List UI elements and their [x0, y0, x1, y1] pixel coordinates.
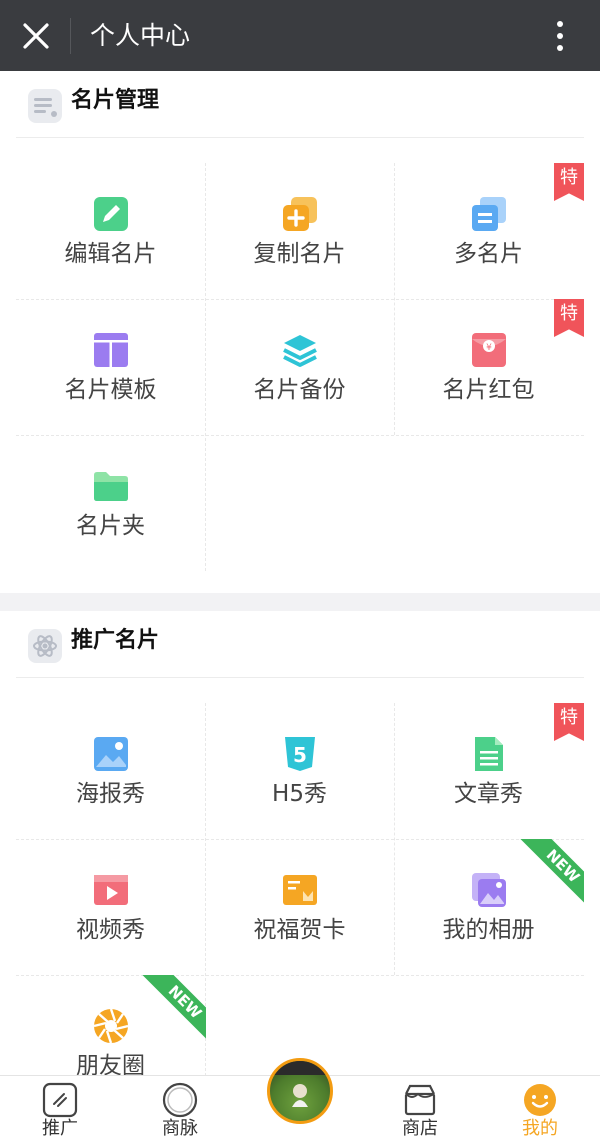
- template-icon: [92, 331, 130, 369]
- html5-icon: 5: [281, 735, 319, 773]
- grid-item-label: 名片模板: [64, 377, 157, 403]
- section-header: 推广名片: [16, 611, 584, 678]
- video-icon: [92, 871, 130, 909]
- grid-item-poster[interactable]: 海报秀: [16, 703, 205, 839]
- grid-item-label: 名片备份: [253, 377, 346, 403]
- tab-label: 商脉: [162, 1118, 198, 1139]
- grid-item-label: 文章秀: [454, 781, 523, 807]
- circle-icon: [162, 1082, 198, 1118]
- new-badge: NEW: [136, 975, 206, 1045]
- red-envelope-icon: ¥: [470, 331, 508, 369]
- grid-item-label: 复制名片: [253, 241, 346, 267]
- grid-item-video[interactable]: 视频秀: [16, 839, 205, 975]
- greeting-card-icon: [281, 871, 319, 909]
- section-header: 名片管理: [16, 71, 584, 138]
- grid-item-edit-card[interactable]: 编辑名片: [16, 163, 205, 299]
- grid-item-card-template[interactable]: 名片模板: [16, 299, 205, 435]
- tab-label: 推广: [42, 1118, 78, 1139]
- promote-icon: [42, 1082, 78, 1118]
- tab-label: 商店: [402, 1118, 438, 1139]
- top-bar: 个人中心: [0, 0, 600, 71]
- shop-icon: [402, 1082, 438, 1118]
- grid-item-card-folder[interactable]: 名片夹: [16, 435, 205, 571]
- grid-item-label: 名片夹: [76, 513, 145, 539]
- grid-item-label: 朋友圈: [76, 1053, 145, 1075]
- section-card-management: 名片管理 编辑名片 复制名片 多名片 特 名片模板 名片备份 ¥ 名片红包 特 …: [0, 71, 600, 593]
- grid-item-copy-card[interactable]: 复制名片: [205, 163, 394, 299]
- tab-network[interactable]: 商脉: [120, 1076, 240, 1147]
- svg-text:¥: ¥: [486, 343, 492, 353]
- album-icon: [470, 871, 508, 909]
- list-card-icon: [28, 89, 62, 123]
- svg-text:5: 5: [293, 743, 307, 767]
- tab-shop[interactable]: 商店: [360, 1076, 480, 1147]
- grid-item-label: H5秀: [272, 781, 327, 807]
- tab-mine[interactable]: 我的: [480, 1076, 600, 1147]
- copy-plus-icon: [281, 195, 319, 233]
- more-vertical-icon[interactable]: [540, 14, 580, 58]
- header-divider: [70, 18, 71, 54]
- layers-icon: [281, 331, 319, 369]
- bottom-tab-bar: 推广 商脉 商店 我的: [0, 1058, 600, 1147]
- multi-card-icon: [470, 195, 508, 233]
- section-gap: [0, 593, 600, 611]
- grid-item-h5[interactable]: 5 H5秀: [205, 703, 394, 839]
- section-promote-card: 推广名片 海报秀 5 H5秀 文章秀 特 视频秀 祝福贺卡 我的相册 NEW 朋…: [0, 611, 600, 1075]
- grid-item-label: 视频秀: [76, 917, 145, 943]
- aperture-icon: [92, 1007, 130, 1045]
- section-title: 名片管理: [71, 88, 160, 113]
- grid-item-greeting-card[interactable]: 祝福贺卡: [205, 839, 394, 975]
- grid-item-label: 多名片: [454, 241, 523, 267]
- image-icon: [92, 735, 130, 773]
- folder-icon: [92, 467, 130, 505]
- tab-label: 我的: [522, 1118, 558, 1139]
- section-title: 推广名片: [71, 628, 160, 653]
- smile-icon: [522, 1082, 558, 1118]
- grid-item-card-backup[interactable]: 名片备份: [205, 299, 394, 435]
- grid-item-label: 我的相册: [442, 917, 535, 943]
- grid-item-label: 名片红包: [442, 377, 535, 403]
- new-badge: NEW: [514, 839, 584, 909]
- grid-item-label: 海报秀: [76, 781, 145, 807]
- avatar[interactable]: [267, 1058, 333, 1124]
- close-icon[interactable]: [14, 14, 58, 58]
- atom-icon: [28, 629, 62, 663]
- tab-promote[interactable]: 推广: [0, 1076, 120, 1147]
- promote-grid: 海报秀 5 H5秀 文章秀 特 视频秀 祝福贺卡 我的相册 NEW 朋友圈 NE…: [16, 703, 584, 1075]
- grid-item-label: 编辑名片: [64, 241, 157, 267]
- card-management-grid: 编辑名片 复制名片 多名片 特 名片模板 名片备份 ¥ 名片红包 特 名片夹: [16, 163, 584, 571]
- document-icon: [470, 735, 508, 773]
- page-title: 个人中心: [90, 21, 191, 50]
- edit-icon: [92, 195, 130, 233]
- grid-item-label: 祝福贺卡: [253, 917, 346, 943]
